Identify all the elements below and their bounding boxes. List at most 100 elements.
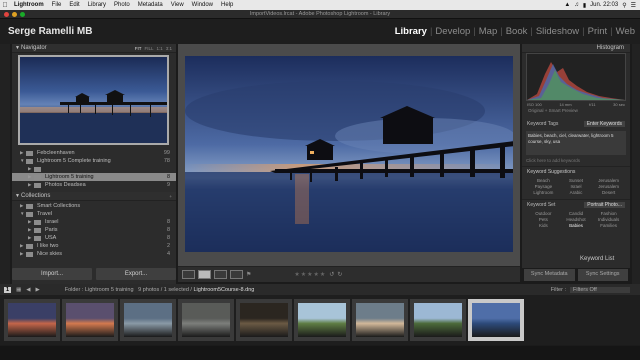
set-item[interactable]: Fashion	[593, 211, 624, 216]
set-item-active[interactable]: Babies	[561, 223, 592, 228]
page-number[interactable]: 1	[4, 286, 12, 293]
module-library[interactable]: Library	[392, 26, 430, 37]
collection-row[interactable]: ▶ Paris 8	[12, 226, 176, 234]
add-keywords-input[interactable]: Click here to add keywords	[526, 158, 626, 163]
histogram[interactable]	[526, 53, 626, 101]
main-photo[interactable]	[185, 56, 513, 252]
menu-library[interactable]: Library	[84, 2, 110, 8]
collection-row[interactable]: ▶ USA 8	[12, 234, 176, 242]
filmstrip-thumbnail[interactable]	[352, 299, 408, 341]
set-item[interactable]: Pets	[528, 217, 559, 222]
menu-window[interactable]: Window	[188, 2, 217, 8]
filmstrip-thumbnail[interactable]	[4, 299, 60, 341]
set-item[interactable]: Families	[593, 223, 624, 228]
star-rating[interactable]: ★★★★★	[294, 271, 326, 278]
suggestion-item[interactable]: Jerusalem	[593, 178, 624, 183]
menu-file[interactable]: File	[48, 2, 66, 8]
module-map[interactable]: Map	[476, 26, 500, 37]
navigator-header[interactable]: ▼ Navigator FIT FILL 1:1 3:1	[12, 44, 176, 53]
import-button[interactable]: Import...	[12, 268, 92, 280]
battery-icon[interactable]: ▮	[583, 2, 586, 9]
sync-metadata-button[interactable]: Sync Metadata	[524, 269, 575, 281]
zoom-fit[interactable]: FIT	[135, 44, 142, 53]
back-arrow-icon[interactable]: ◀	[26, 287, 30, 293]
suggestion-item[interactable]: Jerusalem	[593, 184, 624, 189]
enter-keywords-dropdown[interactable]: Enter Keywords	[583, 121, 625, 127]
filmstrip-thumbnail[interactable]	[120, 299, 176, 341]
breadcrumb[interactable]: Folder : Lightroom 5 training 9 photos /…	[65, 287, 255, 293]
rotate-right-icon[interactable]: ↻	[337, 271, 342, 278]
filter-dropdown[interactable]: Filters Off	[570, 286, 630, 293]
wifi-icon[interactable]: ▲	[564, 2, 570, 8]
set-item[interactable]: Candid	[561, 211, 592, 216]
keywords-field[interactable]: Babies, beach, ciel, clearwater, lightro…	[526, 131, 626, 155]
filmstrip-thumbnail-selected[interactable]	[468, 299, 524, 341]
clock[interactable]: Jun. 22:03	[590, 2, 618, 8]
apple-icon[interactable]: 	[0, 2, 10, 9]
loupe-view-button[interactable]	[198, 270, 211, 279]
keyword-suggestions-header[interactable]: Keyword Suggestions	[522, 166, 630, 177]
zoom-3-1[interactable]: 3:1	[166, 44, 172, 53]
menu-view[interactable]: View	[167, 2, 188, 8]
volume-icon[interactable]: ♫	[574, 2, 579, 8]
zoom-1-1[interactable]: 1:1	[156, 44, 162, 53]
folder-row[interactable]: ▶ Febcleenhaven 99	[12, 149, 176, 157]
minimize-window-button[interactable]	[12, 12, 17, 17]
right-panel-toggle[interactable]	[632, 44, 640, 284]
folder-row-selected[interactable]: ▶ Lightroom 5 training 8	[12, 173, 176, 181]
collection-row[interactable]: ▶ Israel 8	[12, 218, 176, 226]
filmstrip-thumbnail[interactable]	[62, 299, 118, 341]
module-book[interactable]: Book	[503, 26, 531, 37]
module-web[interactable]: Web	[613, 26, 638, 37]
suggestion-item[interactable]: Sunset	[561, 178, 592, 183]
set-item[interactable]: Individuals	[593, 217, 624, 222]
collection-row[interactable]: ▶ I like two 2	[12, 242, 176, 250]
suggestion-item[interactable]: Paysage	[528, 184, 559, 189]
set-item[interactable]: Headshot	[561, 217, 592, 222]
menu-help[interactable]: Help	[217, 2, 237, 8]
histogram-header[interactable]: Histogram	[522, 44, 630, 53]
left-panel-toggle[interactable]	[0, 44, 10, 284]
add-collection-icon[interactable]: +	[169, 192, 172, 201]
collection-row[interactable]: ▶ Smart Collections	[12, 202, 176, 210]
suggestion-item[interactable]: Lightroom	[528, 190, 559, 195]
collections-header[interactable]: ▼ Collections +	[12, 192, 176, 201]
filmstrip-thumbnail[interactable]	[178, 299, 234, 341]
filmstrip-thumbnail[interactable]	[236, 299, 292, 341]
filmstrip-thumbnail[interactable]	[410, 299, 466, 341]
suggestion-item[interactable]: Arabic	[561, 190, 592, 195]
menu-photo[interactable]: Photo	[110, 2, 134, 8]
compare-view-button[interactable]	[214, 270, 227, 279]
keyword-set-dropdown[interactable]: Portrait Photo...	[584, 202, 625, 208]
search-icon[interactable]: ⚲	[622, 2, 626, 9]
zoom-fill[interactable]: FILL	[144, 44, 153, 53]
export-button[interactable]: Export...	[96, 268, 176, 280]
menu-lightroom[interactable]: Lightroom	[10, 2, 48, 8]
rotate-left-icon[interactable]: ↺	[329, 271, 334, 278]
keyword-list-header[interactable]: Keyword List	[522, 254, 630, 264]
menu-edit[interactable]: Edit	[65, 2, 83, 8]
folder-row[interactable]: ▶	[12, 165, 176, 173]
set-item[interactable]: Outdoor	[528, 211, 559, 216]
folder-row[interactable]: ▼ Lightroom 5 Complete training 78	[12, 157, 176, 165]
forward-arrow-icon[interactable]: ▶	[36, 287, 40, 293]
flag-icon[interactable]: ⚑	[246, 271, 251, 278]
navigator-preview[interactable]	[18, 55, 169, 145]
survey-view-button[interactable]	[230, 270, 243, 279]
zoom-window-button[interactable]	[20, 12, 25, 17]
grid-view-button[interactable]	[182, 270, 195, 279]
list-icon[interactable]: ☰	[631, 2, 636, 9]
set-item[interactable]: Kids	[528, 223, 559, 228]
suggestion-item[interactable]: Israel	[561, 184, 592, 189]
suggestion-item[interactable]: Desert	[593, 190, 624, 195]
module-print[interactable]: Print	[585, 26, 611, 37]
collection-row[interactable]: ▼ Travel	[12, 210, 176, 218]
filmstrip-toggle[interactable]	[0, 346, 640, 360]
module-slideshow[interactable]: Slideshow	[533, 26, 582, 37]
filmstrip-thumbnail[interactable]	[294, 299, 350, 341]
sync-settings-button[interactable]: Sync Settings	[577, 269, 628, 281]
module-develop[interactable]: Develop	[432, 26, 473, 37]
collection-row[interactable]: ▶ Nice skies 4	[12, 250, 176, 258]
close-window-button[interactable]	[4, 12, 9, 17]
folder-row[interactable]: ▶ Photos Deadsea 9	[12, 181, 176, 189]
